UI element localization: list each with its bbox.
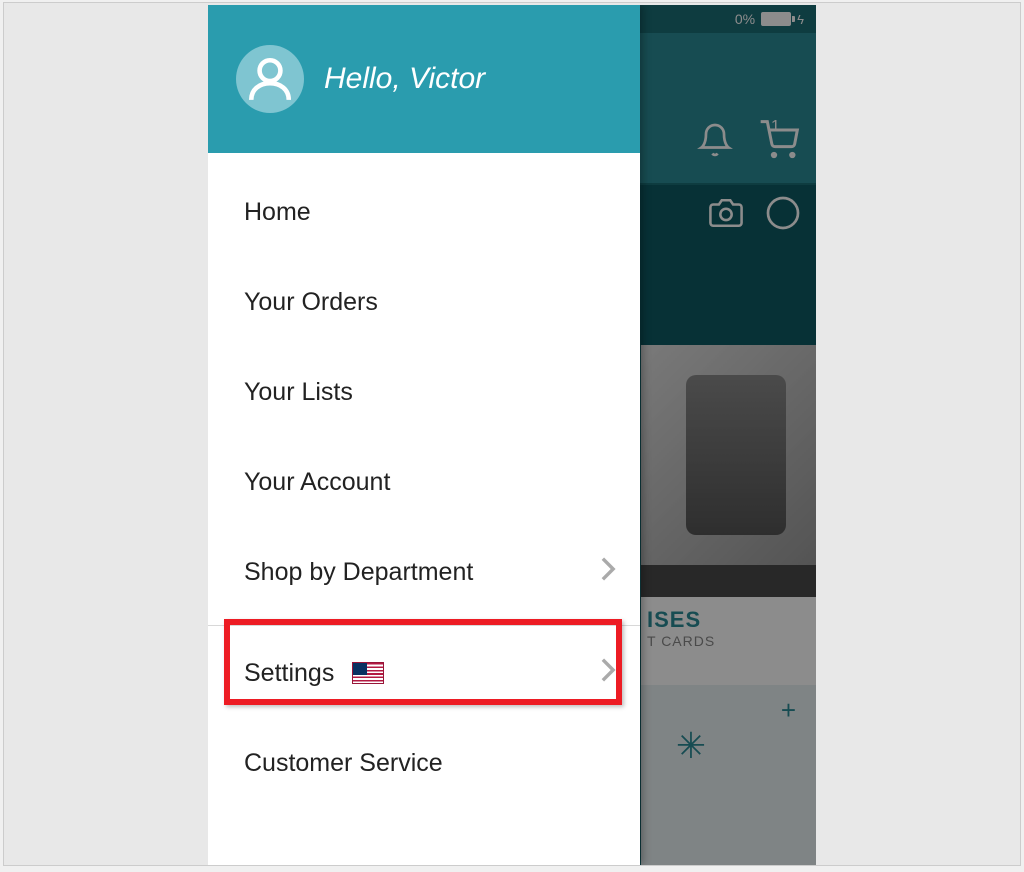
- menu-divider: [208, 625, 640, 626]
- chevron-right-icon: [600, 557, 616, 588]
- menu-label: Customer Service: [244, 749, 616, 778]
- menu-item-home[interactable]: Home: [208, 167, 640, 257]
- menu-label: Your Orders: [244, 288, 616, 317]
- drawer-header[interactable]: Hello, Victor: [208, 5, 640, 153]
- menu-item-shop-by-department[interactable]: Shop by Department: [208, 527, 640, 617]
- menu-label: Your Account: [244, 468, 616, 497]
- menu-item-settings[interactable]: Settings: [208, 628, 640, 718]
- menu-item-customer-service[interactable]: Customer Service: [208, 718, 640, 808]
- menu-item-your-lists[interactable]: Your Lists: [208, 347, 640, 437]
- menu-label: Home: [244, 198, 616, 227]
- menu-item-your-orders[interactable]: Your Orders: [208, 257, 640, 347]
- menu-item-your-account[interactable]: Your Account: [208, 437, 640, 527]
- navigation-drawer: Hello, Victor Home Your Orders Your List…: [208, 5, 640, 865]
- greeting-text: Hello, Victor: [324, 62, 485, 96]
- country-flag-us-icon: [352, 662, 384, 684]
- drawer-menu-list: Home Your Orders Your Lists Your Account…: [208, 153, 640, 808]
- menu-label: Your Lists: [244, 378, 616, 407]
- chevron-right-icon: [600, 658, 616, 689]
- phone-screen: ISES T CARDS ✳ + 0% ϟ: [208, 5, 816, 865]
- user-avatar-icon: [236, 45, 304, 113]
- menu-label: Settings: [244, 659, 334, 688]
- menu-label: Shop by Department: [244, 558, 600, 587]
